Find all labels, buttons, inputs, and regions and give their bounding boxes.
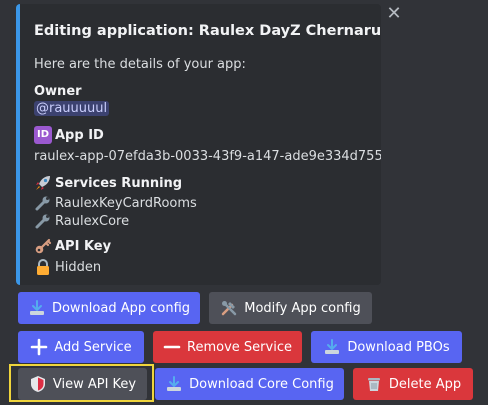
field-app-id-value: raulex-app-07efda3b-0033-43f9-a147-ade9e… [34, 149, 381, 164]
lock-icon [34, 258, 52, 276]
owner-mention[interactable]: @rauuuuul [34, 101, 110, 116]
wrench-icon [34, 212, 52, 230]
wrench-icon [34, 194, 52, 212]
app-embed: Editing application: Raulex DayZ Chernar… [16, 4, 381, 285]
modify-app-config-button[interactable]: Modify App config [209, 292, 372, 324]
embed-description: Here are the details of your app: [34, 57, 246, 72]
download-app-config-button[interactable]: Download App config [18, 292, 200, 324]
tools-icon [220, 299, 238, 317]
field-owner-name: Owner [34, 84, 82, 99]
add-service-button[interactable]: Add Service [18, 331, 144, 363]
download-core-config-button[interactable]: Download Core Config [155, 368, 344, 400]
focus-highlight [9, 364, 154, 402]
embed-title: Editing application: Raulex DayZ Chernar… [34, 23, 381, 39]
service-item: RaulexCore [34, 212, 129, 230]
download-icon [165, 375, 183, 393]
service-item: RaulexKeyCardRooms [34, 194, 197, 212]
rocket-icon [34, 174, 52, 192]
download-icon [323, 338, 341, 356]
minus-icon [163, 338, 181, 356]
field-owner-value: @rauuuuul [34, 101, 110, 116]
download-icon [28, 299, 46, 317]
embed-accent-bar [16, 4, 20, 285]
delete-app-button[interactable]: Delete App [353, 368, 473, 400]
close-icon[interactable]: ✕ [384, 4, 404, 24]
plus-icon [30, 338, 48, 356]
trash-icon [365, 375, 383, 393]
download-pbos-button[interactable]: Download PBOs [311, 331, 462, 363]
id-icon: ID [34, 126, 52, 144]
key-icon [34, 237, 52, 255]
field-api-key-name: API Key [34, 237, 111, 255]
discord-message: ✕ Editing application: Raulex DayZ Chern… [0, 0, 488, 405]
field-services-name: Services Running [34, 174, 182, 192]
field-app-id-name: ID App ID [34, 126, 104, 144]
field-api-key-value: Hidden [34, 258, 101, 276]
remove-service-button[interactable]: Remove Service [153, 331, 302, 363]
